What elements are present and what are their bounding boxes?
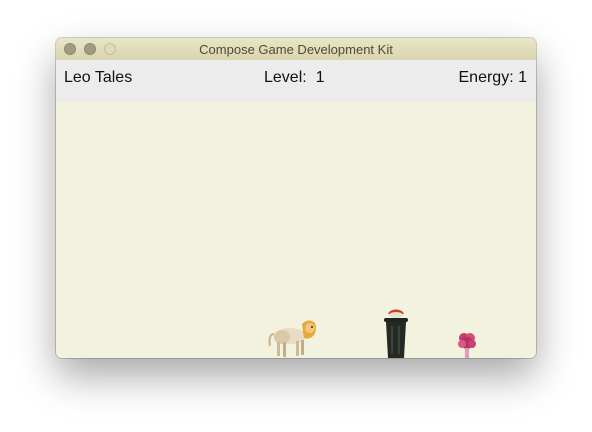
game-hud: Leo Tales Level: 1 Energy: 1 [56, 60, 536, 102]
level-value: 1 [315, 69, 325, 86]
window-title: Compose Game Development Kit [199, 42, 393, 57]
energy-label: Energy: [458, 69, 514, 86]
trash-can-sprite [384, 309, 408, 358]
game-title: Leo Tales [64, 69, 133, 86]
lion-cub-sprite [268, 320, 316, 357]
level-indicator: Level: 1 [264, 69, 325, 87]
flower-pickup-sprite [458, 333, 476, 358]
level-label: Level: [264, 69, 307, 86]
window-titlebar[interactable]: Compose Game Development Kit [56, 38, 536, 61]
energy-indicator: Energy: 1 [459, 69, 528, 87]
game-window: Compose Game Development Kit Leo Tales L… [56, 38, 536, 358]
energy-value: 1 [518, 69, 527, 86]
game-field[interactable] [56, 102, 536, 358]
